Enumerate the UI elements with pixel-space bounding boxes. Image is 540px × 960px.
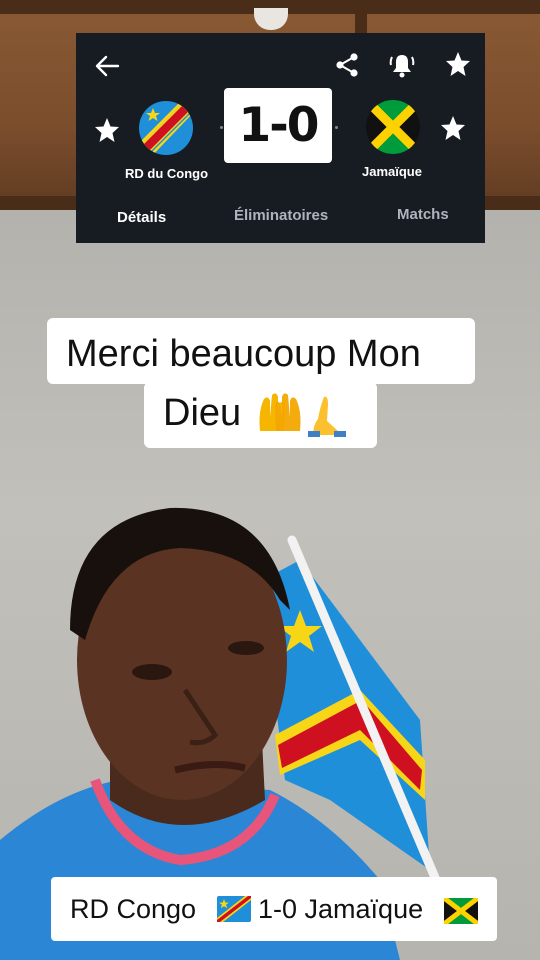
separator-dot <box>220 126 223 129</box>
favorite-home-team-star-icon[interactable] <box>94 117 120 143</box>
match-score: 1-0 <box>238 98 320 153</box>
jamaica-flag-emoji-icon <box>444 898 478 924</box>
separator-dot <box>335 126 338 129</box>
bottom-caption-score-away: 1-0 Jamaïque <box>258 894 424 924</box>
away-team-name[interactable]: Jamaïque <box>362 164 422 179</box>
caption-line1: Merci beaucoup Mon <box>66 333 421 375</box>
folded-hands-emoji-icon <box>308 396 346 437</box>
home-team-name[interactable]: RD du Congo <box>125 166 208 181</box>
star-icon[interactable] <box>445 51 471 77</box>
drc-flag-emoji-icon <box>217 896 251 922</box>
back-arrow-icon[interactable] <box>94 53 120 79</box>
tab-matchs[interactable]: Matchs <box>397 206 449 223</box>
open-hands-emoji-icon <box>259 393 301 431</box>
bell-alert-icon[interactable] <box>389 51 415 79</box>
share-icon[interactable] <box>335 52 359 78</box>
match-score-widget: RD du Congo 1-0 Jamaïque Détails Élimina… <box>76 33 485 243</box>
tab-details[interactable]: Détails <box>117 209 166 226</box>
match-tabs: Détails Éliminatoires Matchs <box>76 206 485 243</box>
score-box: 1-0 <box>224 88 332 163</box>
caption-line2: Dieu <box>163 392 242 434</box>
drc-flag-icon <box>139 101 193 155</box>
tab-eliminatoires[interactable]: Éliminatoires <box>234 207 328 224</box>
bottom-caption-home: RD Congo <box>70 894 197 924</box>
open-hands-and-praying-emoji-icon <box>259 393 346 437</box>
favorite-away-team-star-icon[interactable] <box>440 115 466 141</box>
jamaica-flag-icon <box>366 100 420 154</box>
